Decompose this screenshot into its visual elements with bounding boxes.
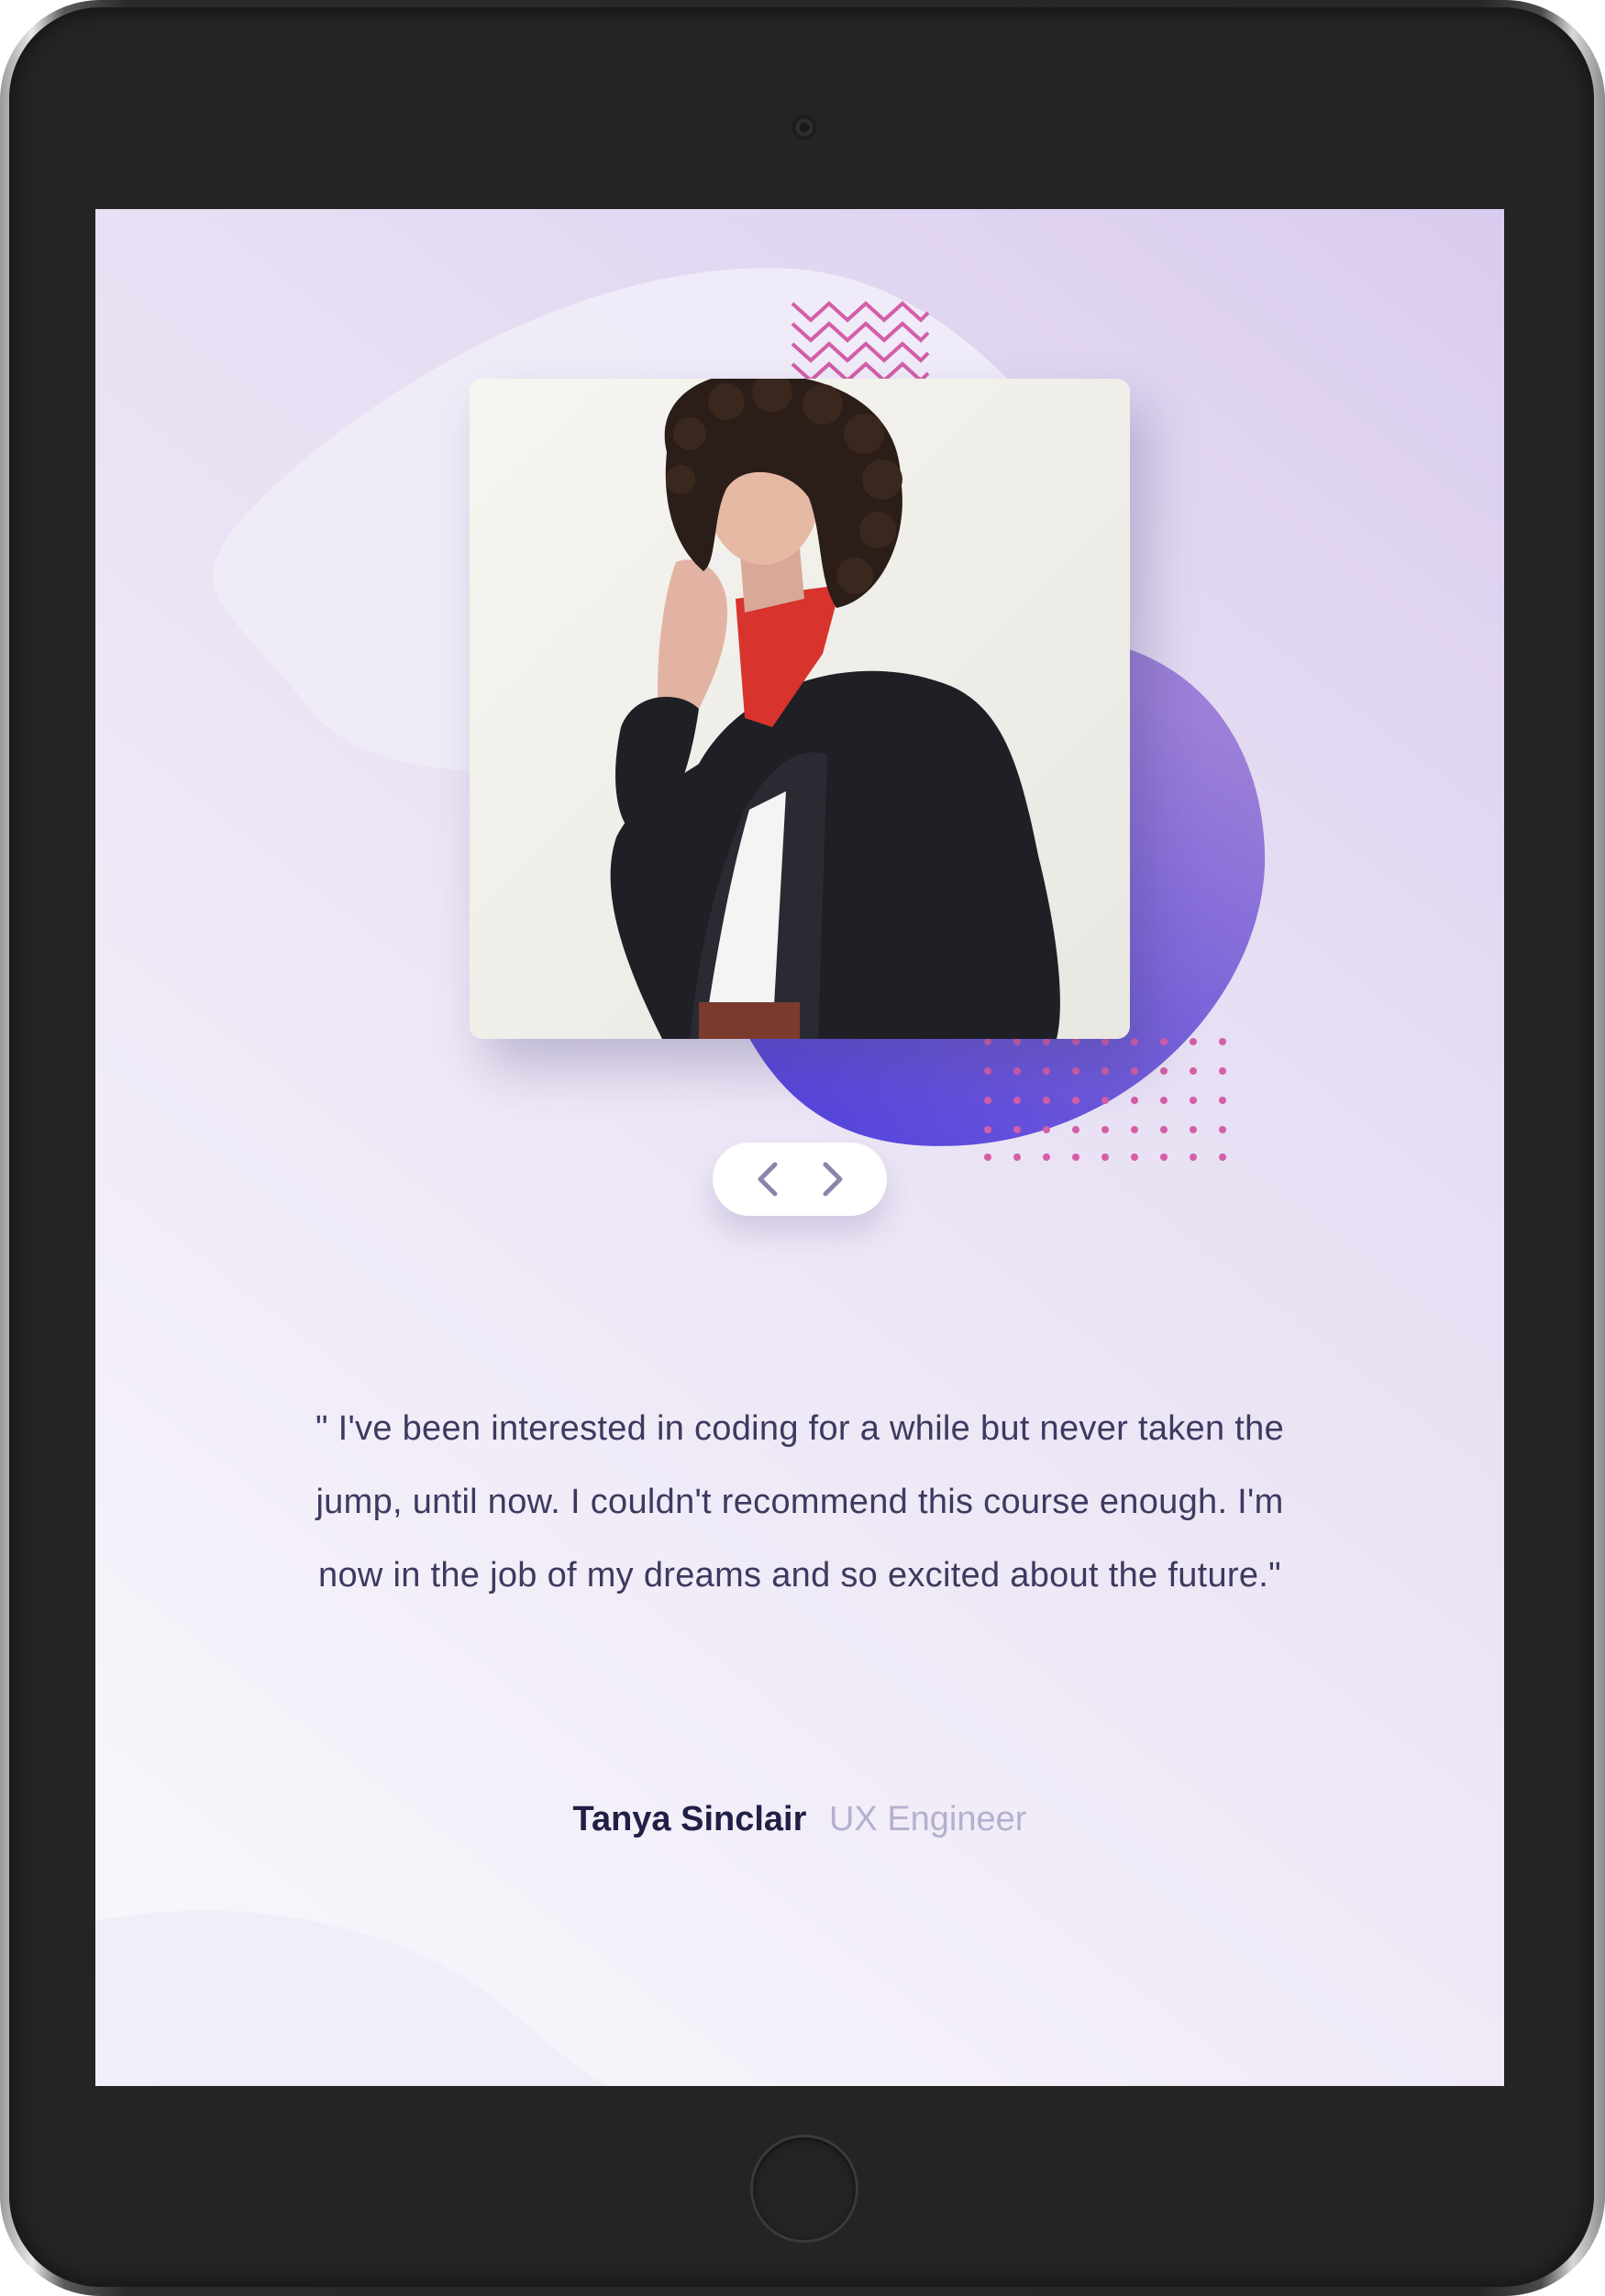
front-camera <box>791 114 818 141</box>
chevron-left-icon <box>758 1162 777 1197</box>
carousel-navigation <box>713 1142 887 1216</box>
author-role: UX Engineer <box>828 1800 1027 1838</box>
dots-pattern <box>984 1038 1226 1161</box>
next-button[interactable] <box>808 1154 859 1205</box>
previous-button[interactable] <box>741 1154 792 1205</box>
tablet-frame: " I've been interested in coding for a w… <box>0 0 1605 2296</box>
zigzag-pattern <box>791 301 930 381</box>
author-name: Tanya Sinclair <box>572 1800 807 1838</box>
testimonial-screen: " I've been interested in coding for a w… <box>95 209 1504 2086</box>
testimonial-author: Tanya Sinclair UX Engineer <box>95 1800 1504 1839</box>
testimonial-quote: " I've been interested in coding for a w… <box>315 1409 1285 1595</box>
home-button[interactable] <box>750 2135 858 2243</box>
bottom-curve-decoration <box>95 1910 609 2086</box>
author-photo <box>470 379 1130 1039</box>
chevron-right-icon <box>823 1162 842 1197</box>
